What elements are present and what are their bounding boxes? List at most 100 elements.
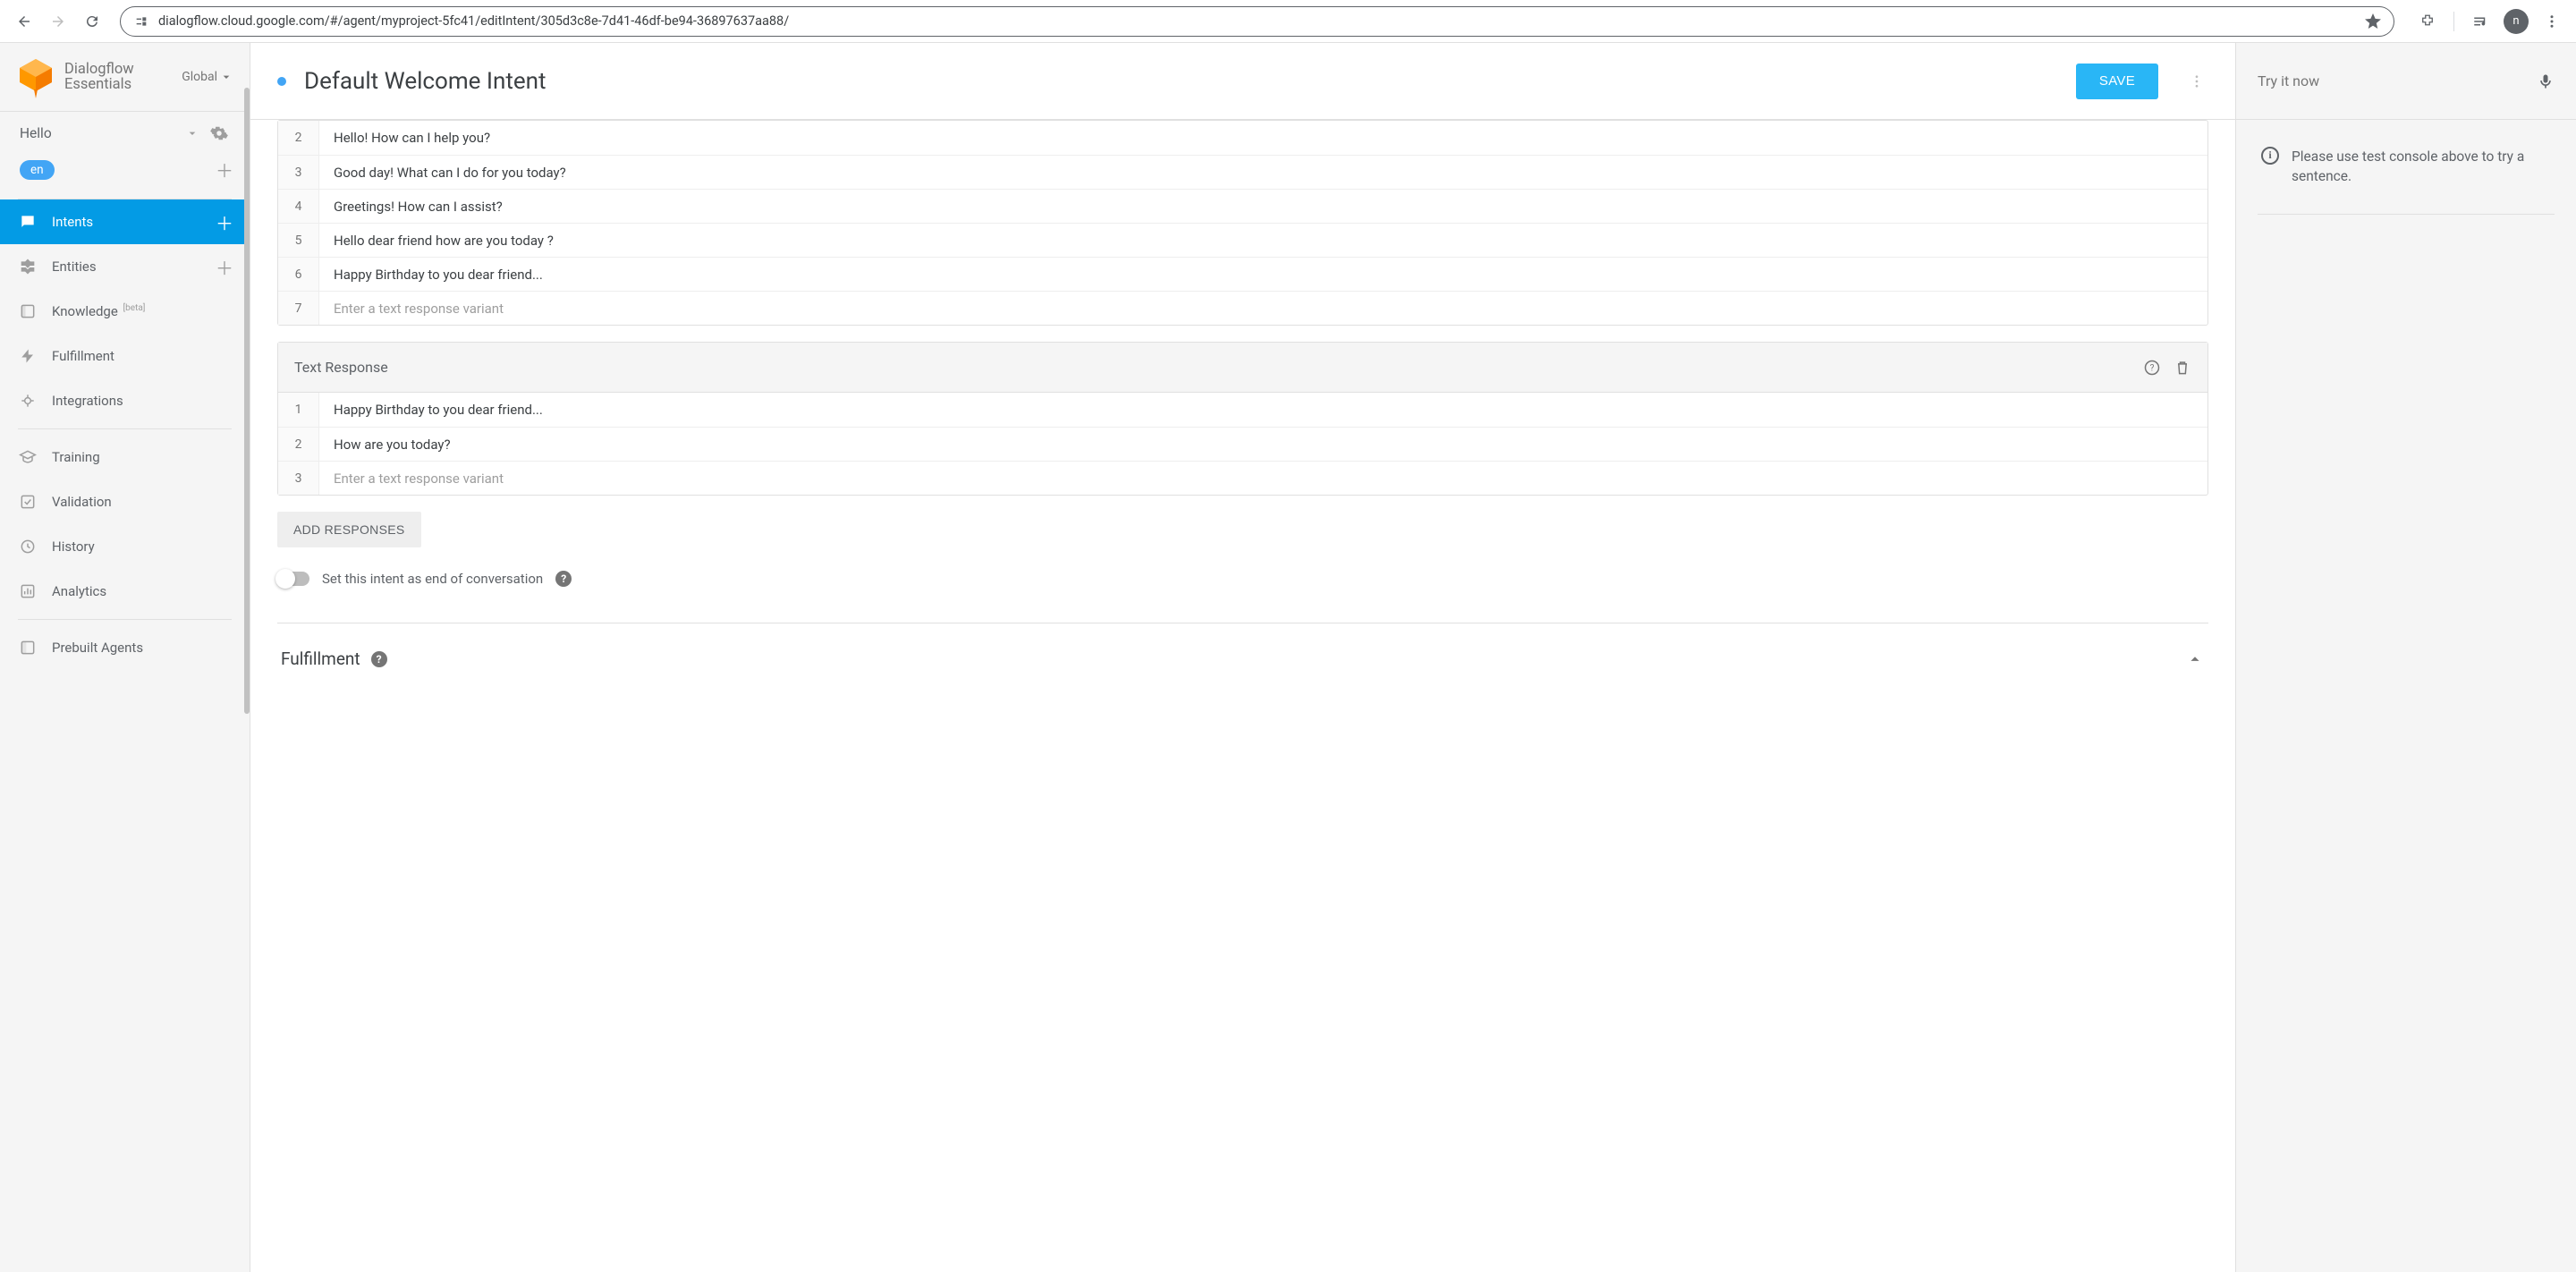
row-number: 2 <box>278 428 319 461</box>
row-number: 1 <box>278 393 319 427</box>
brand: Dialogflow Essentials Global <box>0 43 250 112</box>
row-number: 3 <box>278 462 319 495</box>
response-row[interactable]: 2How are you today? <box>278 427 2207 461</box>
sidebar-item-validation[interactable]: Validation <box>0 479 250 524</box>
site-settings-icon[interactable] <box>133 13 149 30</box>
history-icon <box>18 538 38 555</box>
region-selector[interactable]: Global <box>182 70 233 84</box>
svg-text:?: ? <box>2150 363 2155 373</box>
chevron-down-icon[interactable] <box>180 126 205 140</box>
sidebar-item-intents[interactable]: Intents ＋ <box>0 199 250 244</box>
response-row[interactable]: 3Good day! What can I do for you today? <box>278 155 2207 189</box>
response-text[interactable]: Happy Birthday to you dear friend... <box>319 259 2207 290</box>
card-header: Text Response ? <box>278 343 2207 393</box>
separator <box>18 619 232 620</box>
add-language-button[interactable]: ＋ <box>216 157 233 182</box>
integrations-icon <box>18 392 38 410</box>
response-text[interactable]: Happy Birthday to you dear friend... <box>319 394 2207 425</box>
gear-icon[interactable] <box>205 124 233 142</box>
row-number: 3 <box>278 156 319 189</box>
test-hint: i Please use test console above to try a… <box>2236 120 2576 214</box>
url-text: dialogflow.cloud.google.com/#/agent/mypr… <box>158 13 2356 29</box>
test-header: Try it now <box>2236 43 2576 120</box>
info-icon: i <box>2261 147 2279 165</box>
fulfillment-section-header[interactable]: Fulfillment ? <box>277 623 2208 678</box>
sidebar: Dialogflow Essentials Global Hello en ＋ … <box>0 43 250 1272</box>
language-chip[interactable]: en <box>20 160 55 180</box>
response-text[interactable]: Greetings! How can I assist? <box>319 191 2207 222</box>
row-number: 4 <box>278 190 319 223</box>
separator <box>2258 214 2555 215</box>
language-row: en ＋ <box>0 151 250 195</box>
save-button[interactable]: SAVE <box>2076 64 2158 99</box>
add-entity-button[interactable]: ＋ <box>216 254 233 280</box>
forward-button[interactable] <box>43 6 73 37</box>
add-intent-button[interactable]: ＋ <box>216 209 233 235</box>
try-it-now-input[interactable]: Try it now <box>2258 72 2526 89</box>
extensions-icon[interactable] <box>2412 6 2443 37</box>
response-row-new[interactable]: 3Enter a text response variant <box>278 461 2207 495</box>
response-row-new[interactable]: 7Enter a text response variant <box>278 291 2207 325</box>
back-button[interactable] <box>9 6 39 37</box>
sidebar-item-training[interactable]: Training <box>0 435 250 479</box>
response-text[interactable]: Good day! What can I do for you today? <box>319 157 2207 188</box>
dialogflow-logo-icon <box>18 59 54 95</box>
prebuilt-agents-icon <box>18 639 38 657</box>
sidebar-item-history[interactable]: History <box>0 524 250 569</box>
validation-icon <box>18 493 38 511</box>
entities-icon <box>18 258 38 276</box>
help-icon[interactable]: ? <box>2143 359 2161 377</box>
browser-toolbar: dialogflow.cloud.google.com/#/agent/mypr… <box>0 0 2576 43</box>
profile-avatar[interactable]: n <box>2501 6 2531 37</box>
more-menu-icon[interactable] <box>2176 73 2208 89</box>
row-number: 2 <box>278 121 319 155</box>
response-row[interactable]: 2Hello! How can I help you? <box>278 121 2207 155</box>
response-placeholder[interactable]: Enter a text response variant <box>319 463 2207 494</box>
sidebar-item-analytics[interactable]: Analytics <box>0 569 250 614</box>
sidebar-item-prebuilt-agents[interactable]: Prebuilt Agents <box>0 625 250 670</box>
response-row[interactable]: 4Greetings! How can I assist? <box>278 189 2207 223</box>
end-of-conversation-row: Set this intent as end of conversation ? <box>277 571 2208 587</box>
response-row[interactable]: 1Happy Birthday to you dear friend... <box>278 393 2207 427</box>
response-placeholder[interactable]: Enter a text response variant <box>319 293 2207 324</box>
help-icon[interactable]: ? <box>371 651 387 667</box>
chevron-up-icon[interactable] <box>2185 649 2205 669</box>
analytics-icon <box>18 582 38 600</box>
microphone-icon[interactable] <box>2537 71 2555 92</box>
chrome-menu-icon[interactable] <box>2537 6 2567 37</box>
agent-selector[interactable]: Hello <box>0 112 250 151</box>
add-responses-button[interactable]: ADD RESPONSES <box>277 512 421 547</box>
content-area: Default Welcome Intent SAVE 2Hello! How … <box>250 43 2236 1272</box>
end-of-conversation-toggle[interactable] <box>277 572 309 586</box>
delete-icon[interactable] <box>2174 359 2191 377</box>
sidebar-item-integrations[interactable]: Integrations <box>0 378 250 423</box>
knowledge-icon <box>18 302 38 320</box>
text-response-card: Text Response ? 1Happy Birthday to you d… <box>277 342 2208 496</box>
response-text[interactable]: Hello! How can I help you? <box>319 123 2207 153</box>
response-row[interactable]: 6Happy Birthday to you dear friend... <box>278 257 2207 291</box>
content-header: Default Welcome Intent SAVE <box>250 43 2235 120</box>
response-card: 2Hello! How can I help you?3Good day! Wh… <box>277 120 2208 326</box>
media-control-icon[interactable] <box>2465 6 2496 37</box>
intent-title[interactable]: Default Welcome Intent <box>304 68 547 95</box>
sidebar-item-fulfillment[interactable]: Fulfillment <box>0 334 250 378</box>
unsaved-indicator-icon <box>277 77 286 86</box>
scrollbar[interactable] <box>244 88 250 714</box>
reload-button[interactable] <box>77 6 107 37</box>
test-panel: Try it now i Please use test console abo… <box>2236 43 2576 1272</box>
separator <box>18 428 232 429</box>
response-text[interactable]: Hello dear friend how are you today ? <box>319 225 2207 256</box>
brand-text: Dialogflow Essentials <box>64 62 134 93</box>
address-bar[interactable]: dialogflow.cloud.google.com/#/agent/mypr… <box>120 6 2394 37</box>
end-of-conversation-label: Set this intent as end of conversation <box>322 571 543 587</box>
row-number: 6 <box>278 258 319 291</box>
response-row[interactable]: 5Hello dear friend how are you today ? <box>278 223 2207 257</box>
training-icon <box>18 448 38 466</box>
help-icon[interactable]: ? <box>555 571 572 587</box>
row-number: 5 <box>278 224 319 257</box>
bookmark-star-icon[interactable] <box>2365 13 2381 30</box>
response-text[interactable]: How are you today? <box>319 429 2207 460</box>
sidebar-item-knowledge[interactable]: Knowledge [beta] <box>0 289 250 334</box>
intents-icon <box>18 213 38 231</box>
sidebar-item-entities[interactable]: Entities ＋ <box>0 244 250 289</box>
